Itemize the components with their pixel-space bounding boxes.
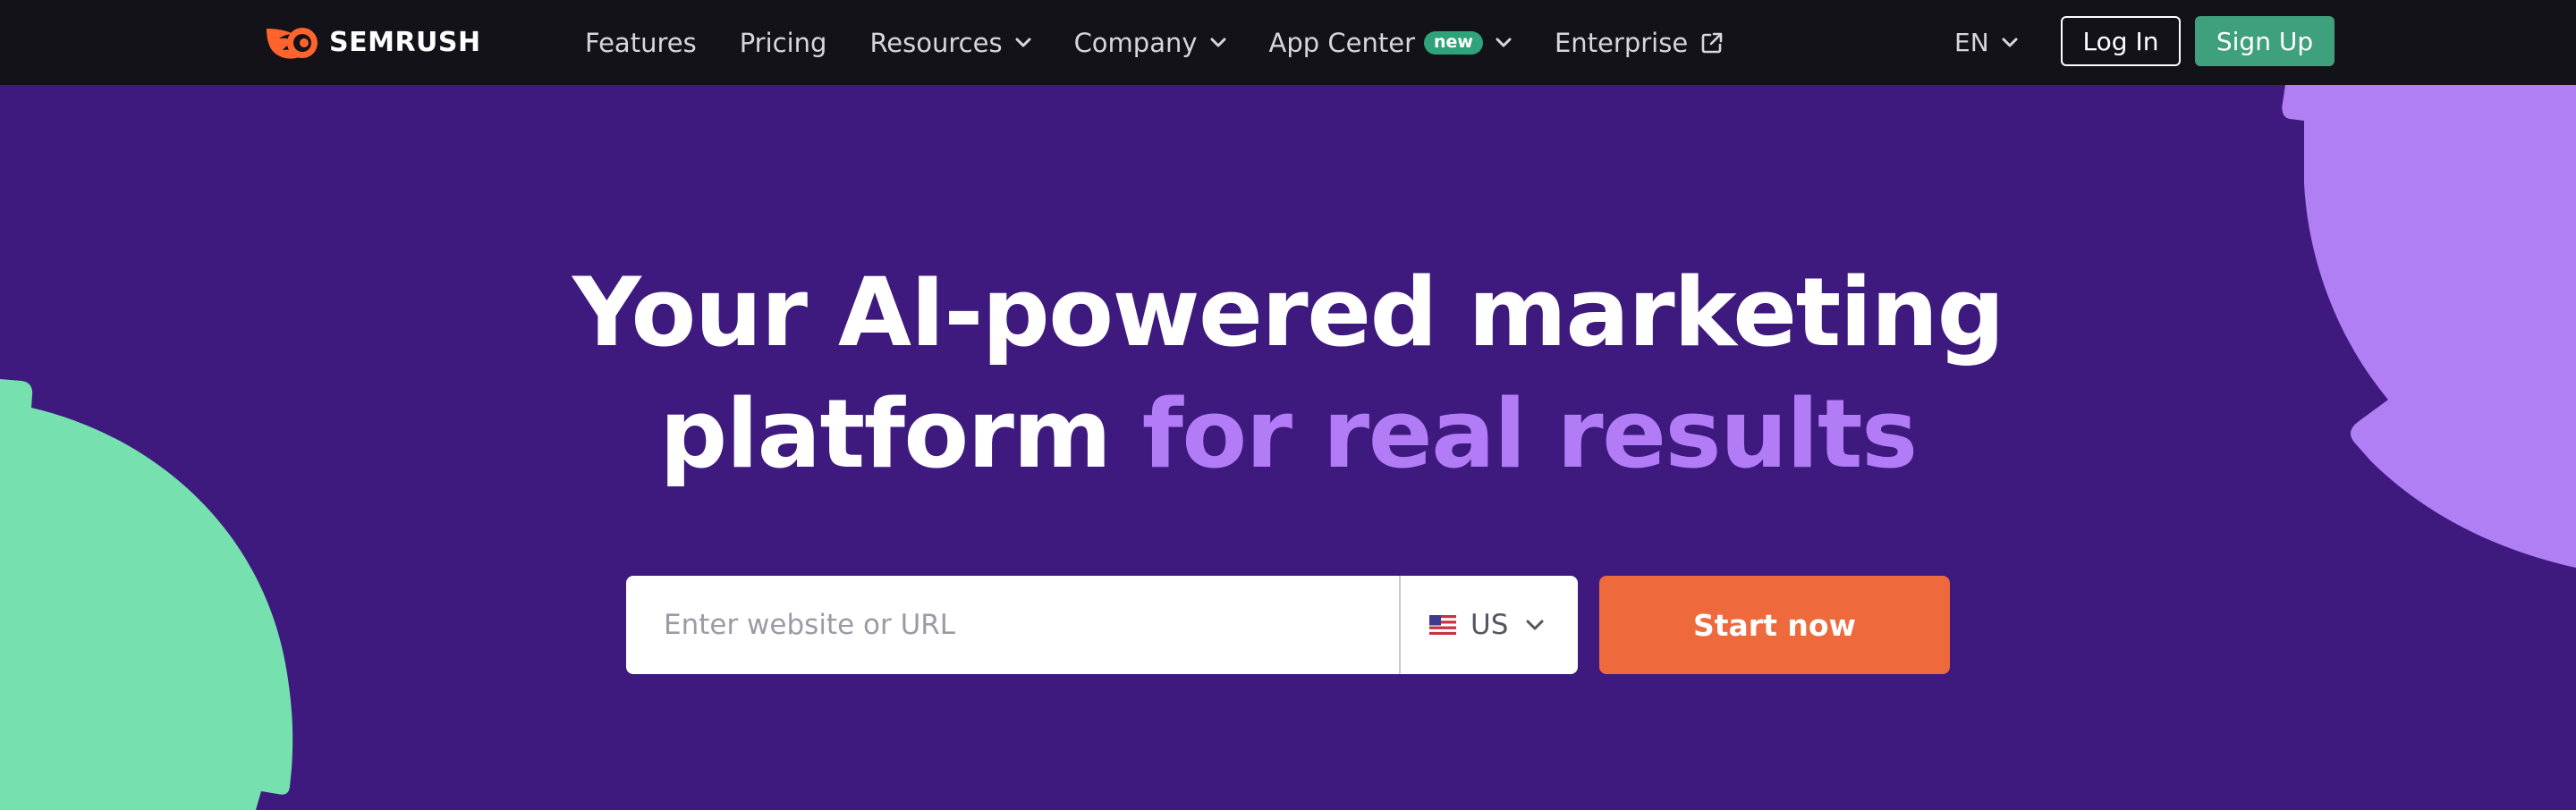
nav-item-company[interactable]: Company <box>1074 28 1226 58</box>
language-selector[interactable]: EN <box>1954 0 2018 85</box>
nav-item-features[interactable]: Features <box>585 28 697 58</box>
chevron-down-icon <box>1210 38 1226 46</box>
us-flag-icon <box>1429 615 1456 635</box>
country-code: US <box>1470 609 1509 641</box>
brand-name: SEMRUSH <box>329 26 481 58</box>
nav-label-company: Company <box>1073 27 1198 58</box>
website-url-input[interactable] <box>626 576 1399 674</box>
main-menu: Features Pricing Resources Company App C… <box>585 0 1767 85</box>
semrush-fire-icon <box>267 28 318 59</box>
hero-title-accent: for real results <box>1141 379 1918 489</box>
chevron-down-icon <box>2002 38 2018 46</box>
nav-label-app-center: App Center <box>1268 27 1416 58</box>
chevron-down-icon <box>1526 620 1544 629</box>
nav-item-resources[interactable]: Resources <box>869 27 1031 58</box>
nav-item-pricing[interactable]: Pricing <box>740 28 827 58</box>
semrush-logo[interactable]: SEMRUSH <box>265 21 481 63</box>
external-link-icon <box>1701 32 1723 53</box>
signup-button[interactable]: Sign Up <box>2195 16 2334 66</box>
domain-search-form: US <box>626 576 1578 674</box>
nav-label-pricing: Pricing <box>739 27 827 58</box>
nav-label-enterprise: Enterprise <box>1554 27 1689 58</box>
nav-item-enterprise[interactable]: Enterprise <box>1555 28 1724 58</box>
nav-item-app-center[interactable]: App Center new <box>1269 28 1512 58</box>
chevron-down-icon <box>1015 38 1031 46</box>
hero-title-line1: Your AI-powered marketing <box>572 257 2005 367</box>
nav-label-features: Features <box>585 27 697 58</box>
start-now-button[interactable]: Start now <box>1599 576 1950 674</box>
nav-label-resources: Resources <box>869 27 1003 58</box>
top-nav: SEMRUSH Features Pricing Resources Compa… <box>0 0 2576 85</box>
hero-title-line2: platform <box>659 379 1142 489</box>
new-badge: new <box>1424 30 1483 55</box>
chevron-down-icon <box>1496 38 1512 46</box>
country-selector[interactable]: US <box>1401 576 1578 674</box>
language-label: EN <box>1954 28 1989 57</box>
hero-title: Your AI-powered marketing platform for r… <box>0 252 2576 495</box>
login-button[interactable]: Log In <box>2061 16 2181 66</box>
